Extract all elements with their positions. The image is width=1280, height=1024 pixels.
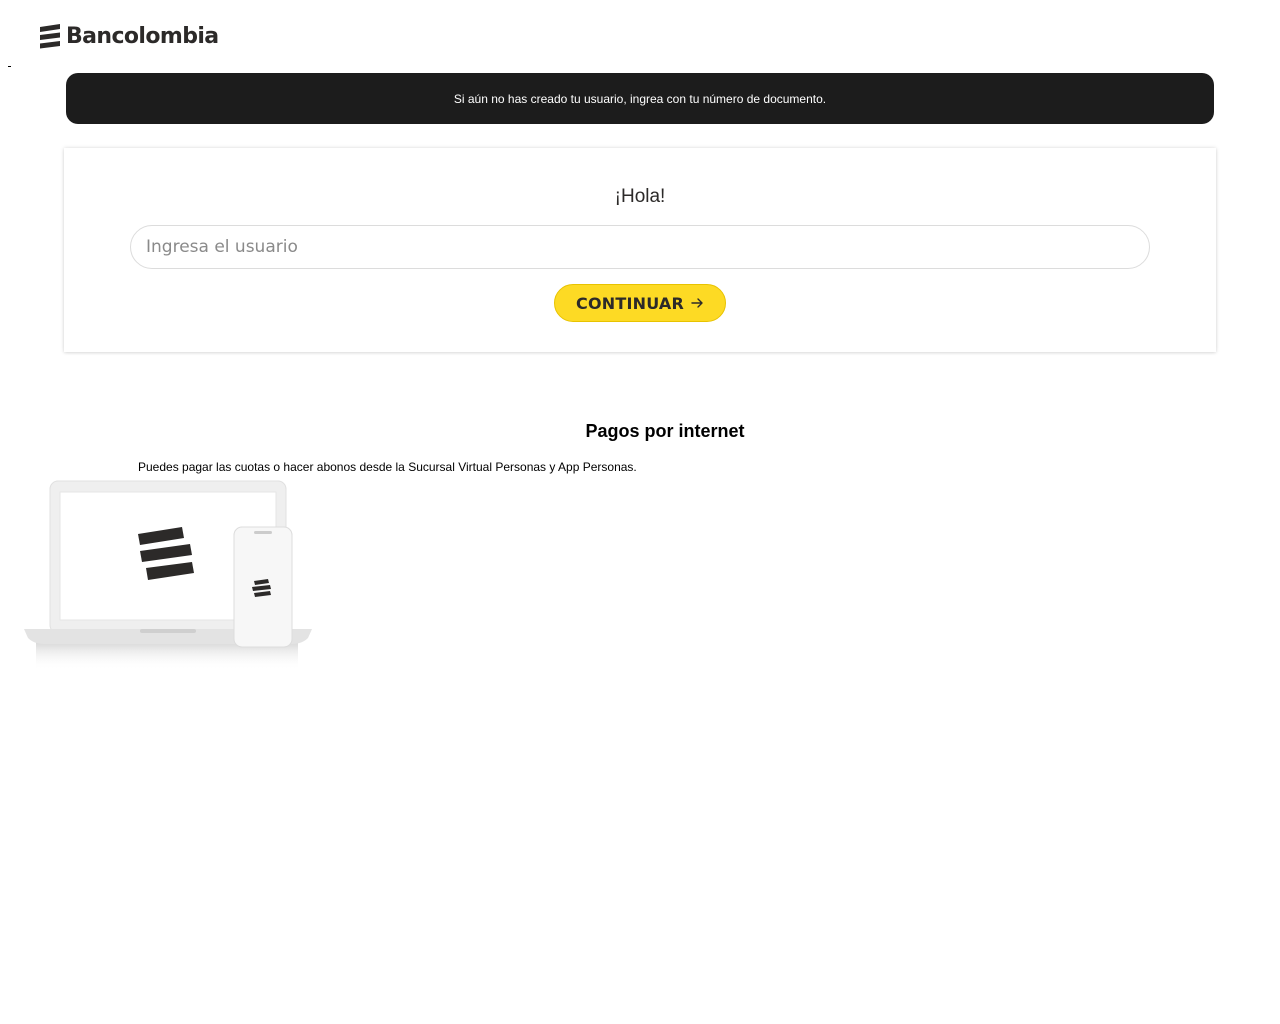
bancolombia-logo-icon: [40, 24, 60, 49]
greeting-title: ¡Hola!: [614, 186, 666, 207]
divider: [8, 66, 11, 67]
logo-text: Bancolombia: [66, 24, 219, 49]
continue-button[interactable]: CONTINUAR: [554, 284, 726, 322]
bancolombia-logo[interactable]: Bancolombia: [38, 24, 219, 50]
login-card: ¡Hola! CONTINUAR: [64, 148, 1216, 352]
page: Bancolombia Si aún no has creado tu usua…: [0, 0, 1280, 1024]
section-description: Puedes pagar las cuotas o hacer abonos d…: [138, 460, 637, 474]
notice-banner: Si aún no has creado tu usuario, ingrea …: [66, 73, 1214, 124]
arrow-right-icon: [691, 298, 703, 308]
notice-text: Si aún no has creado tu usuario, ingrea …: [453, 91, 827, 106]
username-input[interactable]: [130, 225, 1150, 269]
section-title: Pagos por internet: [585, 421, 745, 441]
laptop-and-phone-illustration: [24, 480, 312, 670]
continue-label: CONTINUAR: [576, 293, 684, 313]
